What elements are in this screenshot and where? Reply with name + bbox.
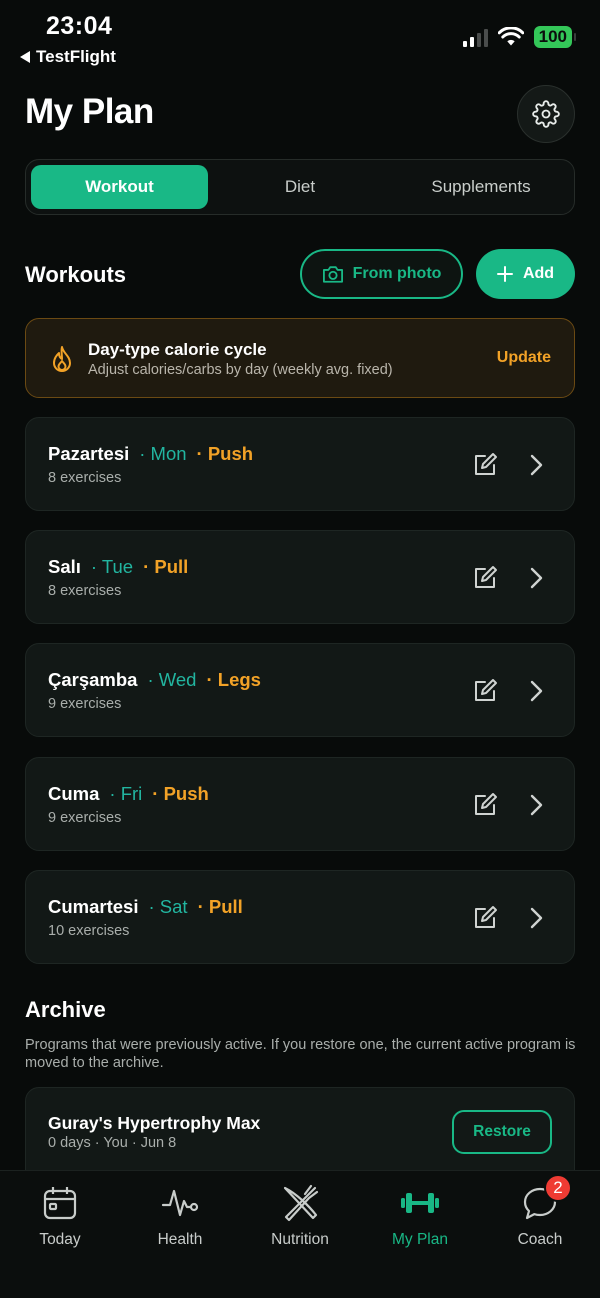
wifi-icon bbox=[497, 27, 524, 46]
tab-supplements[interactable]: Supplements bbox=[392, 165, 570, 209]
chevron-right-icon[interactable] bbox=[528, 453, 544, 477]
workout-type: · Push bbox=[196, 443, 254, 464]
workout-type: · Pull bbox=[197, 896, 243, 917]
update-button[interactable]: Update bbox=[497, 349, 551, 367]
tab-diet[interactable]: Diet bbox=[212, 165, 388, 209]
settings-button[interactable] bbox=[517, 85, 575, 143]
workout-day: · Tue bbox=[90, 556, 134, 577]
cellular-signal-icon bbox=[462, 27, 488, 47]
from-photo-button[interactable]: From photo bbox=[300, 249, 463, 299]
add-workout-button[interactable]: Add bbox=[476, 249, 575, 299]
edit-icon[interactable] bbox=[472, 452, 498, 478]
plan-segmented-control: Workout Diet Supplements bbox=[25, 159, 575, 215]
tab-label: Today bbox=[39, 1231, 81, 1248]
bottom-tab-bar: Today Health Nutrition My Plan 2 Coach bbox=[0, 1170, 600, 1298]
workout-type: · Pull bbox=[143, 556, 189, 577]
archive-item-title: Guray's Hypertrophy Max bbox=[48, 1113, 261, 1133]
exercise-count: 10 exercises bbox=[48, 923, 130, 939]
edit-icon[interactable] bbox=[472, 678, 498, 704]
workout-row-cumartesi[interactable]: Cumartesi · Sat · Pull 10 exercises bbox=[25, 870, 575, 964]
flame-icon bbox=[53, 346, 71, 372]
back-label: TestFlight bbox=[36, 47, 116, 66]
status-indicators: 100 bbox=[462, 26, 577, 48]
workouts-section-title: Workouts bbox=[25, 262, 127, 287]
workout-name: Salı bbox=[48, 556, 81, 577]
workout-row-carsamba[interactable]: Çarşamba · Wed · Legs 9 exercises bbox=[25, 643, 575, 737]
exercise-count: 9 exercises bbox=[48, 696, 122, 712]
tab-label: Nutrition bbox=[271, 1231, 329, 1248]
chevron-right-icon[interactable] bbox=[528, 793, 544, 817]
status-time: 23:04 bbox=[46, 12, 113, 40]
chevron-right-icon[interactable] bbox=[528, 566, 544, 590]
chevron-right-icon[interactable] bbox=[528, 679, 544, 703]
workout-row-sali[interactable]: Salı · Tue · Pull 8 exercises bbox=[25, 530, 575, 624]
tab-workout[interactable]: Workout bbox=[31, 165, 208, 209]
plus-icon bbox=[496, 266, 513, 282]
page-title: My Plan bbox=[25, 92, 154, 131]
calorie-cycle-title: Day-type calorie cycle bbox=[88, 340, 267, 359]
exercise-count: 8 exercises bbox=[48, 583, 122, 599]
workout-day: · Sat bbox=[148, 896, 188, 917]
workout-name: Cumartesi bbox=[48, 896, 139, 917]
calorie-cycle-card[interactable]: Day-type calorie cycle Adjust calories/c… bbox=[25, 318, 575, 398]
tab-health[interactable]: Health bbox=[120, 1183, 240, 1249]
battery-indicator: 100 bbox=[533, 26, 577, 48]
edit-icon[interactable] bbox=[472, 565, 498, 591]
tab-label: My Plan bbox=[392, 1231, 448, 1248]
tab-label: Coach bbox=[517, 1231, 563, 1248]
exercise-count: 8 exercises bbox=[48, 470, 122, 486]
workout-day: · Wed bbox=[147, 669, 197, 690]
dumbbell-icon bbox=[401, 1193, 439, 1213]
archive-description: Programs that were previously active. If… bbox=[25, 1037, 576, 1071]
fork-knife-icon bbox=[283, 1184, 319, 1222]
edit-icon[interactable] bbox=[472, 905, 498, 931]
camera-icon bbox=[322, 266, 343, 283]
add-label: Add bbox=[522, 265, 555, 282]
heartbeat-icon bbox=[161, 1189, 199, 1217]
calendar-icon bbox=[43, 1187, 77, 1220]
workout-name: Pazartesi bbox=[48, 443, 130, 464]
workout-row-pazartesi[interactable]: Pazartesi · Mon · Push 8 exercises bbox=[25, 417, 575, 511]
gear-icon bbox=[532, 100, 560, 128]
tab-coach[interactable]: 2 Coach bbox=[480, 1174, 600, 1249]
from-photo-label: From photo bbox=[352, 265, 442, 282]
workout-row-cuma[interactable]: Cuma · Fri · Push 9 exercises bbox=[25, 757, 575, 851]
tab-my-plan[interactable]: My Plan bbox=[360, 1183, 480, 1249]
exercise-count: 9 exercises bbox=[48, 810, 122, 826]
edit-icon[interactable] bbox=[472, 792, 498, 818]
notification-badge: 2 bbox=[544, 1174, 572, 1202]
tab-today[interactable]: Today bbox=[0, 1183, 120, 1249]
workout-name: Çarşamba bbox=[48, 669, 138, 690]
archive-section-title: Archive bbox=[25, 997, 106, 1022]
chevron-right-icon[interactable] bbox=[528, 906, 544, 930]
workout-day: · Fri bbox=[109, 783, 143, 804]
back-to-testflight-link[interactable]: TestFlight bbox=[20, 47, 116, 67]
workout-type: · Push bbox=[152, 783, 209, 804]
tab-nutrition[interactable]: Nutrition bbox=[240, 1183, 360, 1249]
calorie-cycle-subtitle: Adjust calories/carbs by day (weekly avg… bbox=[88, 362, 393, 378]
workout-name: Cuma bbox=[48, 783, 100, 804]
workout-type: · Legs bbox=[206, 669, 261, 690]
restore-button[interactable]: Restore bbox=[452, 1110, 552, 1154]
archive-item-meta: 0 days · You · Jun 8 bbox=[48, 1135, 177, 1151]
workout-day: · Mon bbox=[139, 443, 187, 464]
back-arrow-icon bbox=[20, 51, 30, 63]
tab-label: Health bbox=[157, 1231, 203, 1248]
